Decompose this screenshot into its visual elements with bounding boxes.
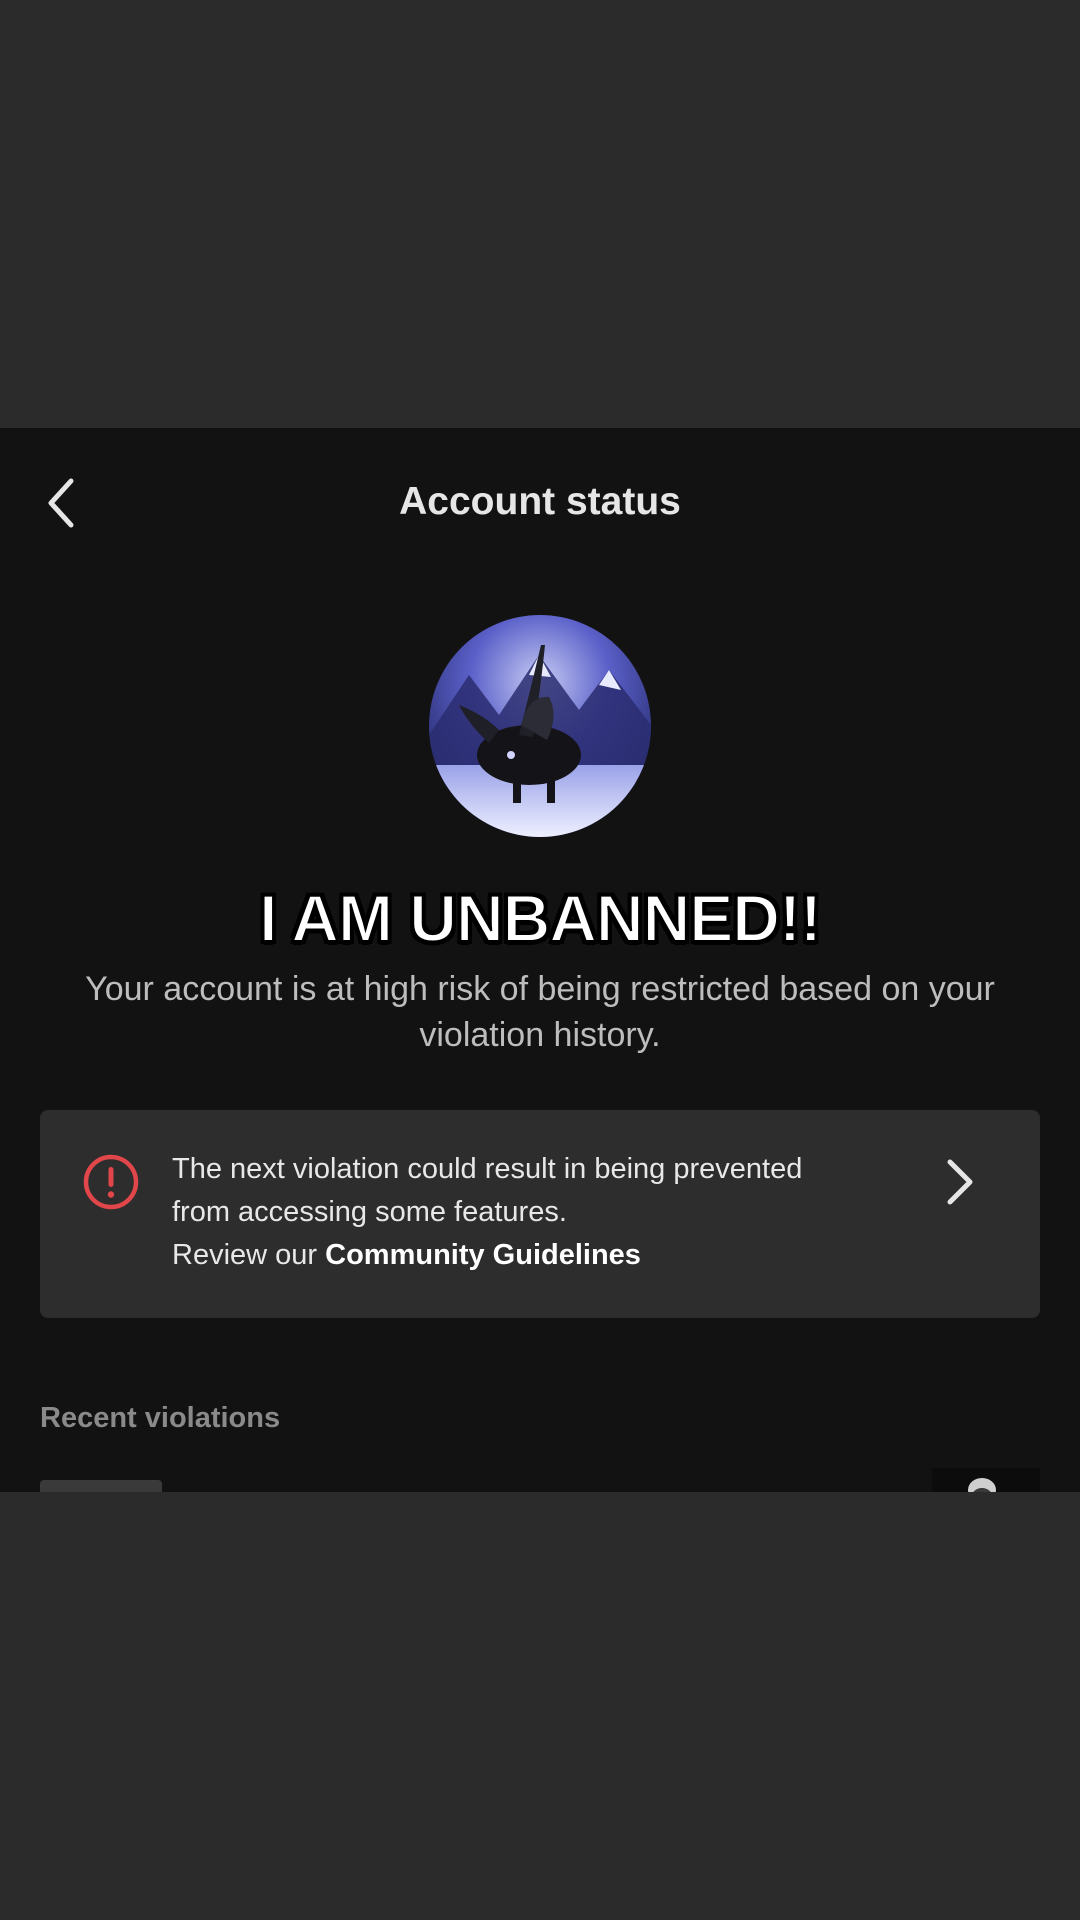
review-prefix: Review our — [172, 1239, 326, 1271]
page-title: Account status — [399, 480, 681, 523]
alert-circle-icon — [83, 1154, 139, 1210]
recent-violations-title: Recent violations — [40, 1402, 281, 1434]
chevron-right-icon — [947, 1159, 973, 1205]
violation-item[interactable] — [40, 1468, 1040, 1492]
warning-message: The next violation could result in being… — [172, 1153, 803, 1228]
header: Account status — [0, 428, 1080, 568]
video-frame: Account status I AM UNBANNED!! Your acco… — [0, 0, 1080, 1920]
warning-text: The next violation could result in being… — [172, 1148, 812, 1277]
warning-card[interactable]: The next violation could result in being… — [40, 1110, 1040, 1318]
community-guidelines-link[interactable]: Community Guidelines — [325, 1239, 641, 1271]
account-status-screen: Account status I AM UNBANNED!! Your acco… — [0, 428, 1080, 1492]
avatar-image — [429, 615, 651, 837]
overlay-caption: I AM UNBANNED!! — [258, 880, 823, 956]
risk-message: Your account is at high risk of being re… — [85, 970, 995, 1054]
avatar — [429, 615, 651, 837]
violation-badge — [40, 1480, 162, 1492]
violation-thumbnail — [932, 1468, 1040, 1492]
